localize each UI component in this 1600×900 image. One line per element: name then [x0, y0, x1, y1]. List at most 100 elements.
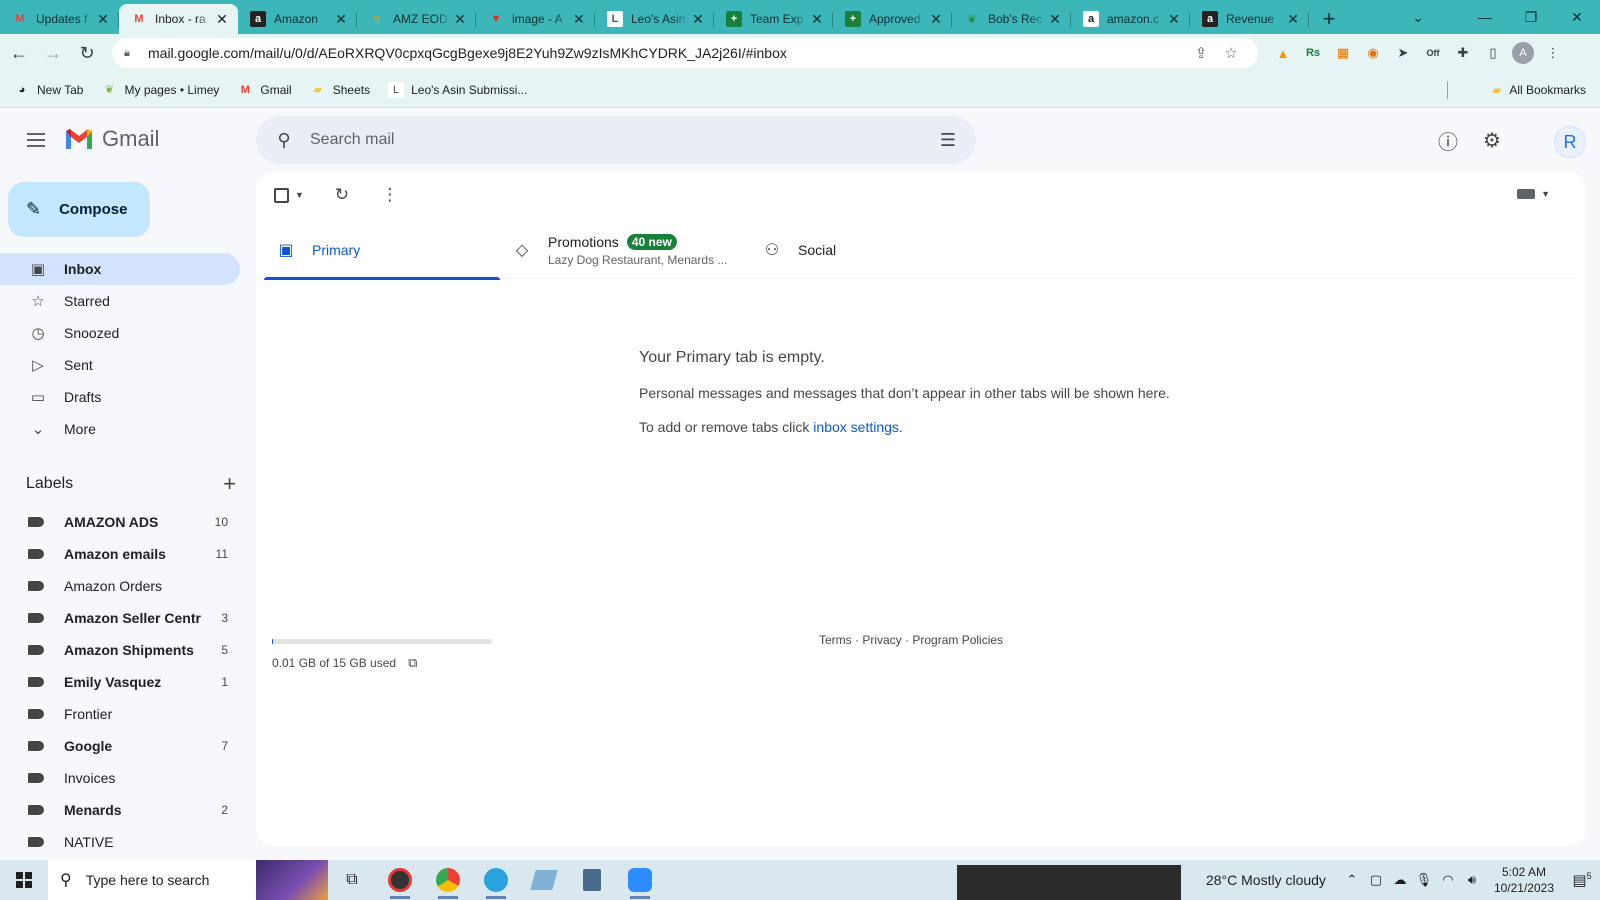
onedrive-icon[interactable]: ☁: [1388, 872, 1412, 888]
app-icon-notes[interactable]: [520, 860, 568, 900]
close-icon[interactable]: ✕: [690, 11, 706, 28]
input-tools-toggle[interactable]: ▼: [1517, 189, 1550, 199]
browser-tab[interactable]: a amazon.c ✕: [1071, 4, 1190, 34]
account-avatar[interactable]: R: [1554, 126, 1586, 158]
browser-tab[interactable]: a Revenue ✕: [1190, 4, 1309, 34]
close-icon[interactable]: ✕: [1166, 11, 1182, 28]
task-view-icon[interactable]: ⧉: [328, 860, 376, 900]
gmail-logo[interactable]: Gmail: [64, 126, 159, 152]
bookmark-star-icon[interactable]: ☆: [1216, 44, 1246, 62]
label-item[interactable]: Menards 2: [0, 794, 240, 826]
kebab-menu-icon[interactable]: ⋮: [1538, 38, 1568, 68]
browser-tab[interactable]: ❦ Bob's Rec ✕: [952, 4, 1071, 34]
close-icon[interactable]: ✕: [452, 11, 468, 28]
bookmark-leo-asin[interactable]: L Leo's Asin Submissi...: [388, 81, 527, 98]
extension-cursor-icon[interactable]: ➤: [1388, 38, 1418, 68]
browser-tab[interactable]: L Leo's Asin ✕: [595, 4, 714, 34]
microphone-icon[interactable]: 🎙︎: [1412, 872, 1436, 888]
bookmark-gmail[interactable]: M Gmail: [237, 82, 292, 98]
browser-tab[interactable]: M Updates f ✕: [0, 4, 119, 34]
settings-gear-icon[interactable]: ⚙: [1478, 126, 1506, 154]
close-icon[interactable]: ✕: [1047, 11, 1063, 28]
close-icon[interactable]: ✕: [928, 11, 944, 28]
external-link-icon[interactable]: ⧉: [408, 655, 417, 671]
notification-icon[interactable]: ▤5: [1564, 871, 1600, 889]
extension-off-icon[interactable]: Off: [1418, 38, 1448, 68]
speaker-icon[interactable]: 🔊︎: [1460, 872, 1484, 888]
profile-button[interactable]: A: [1508, 38, 1538, 68]
app-icon-telegram[interactable]: [472, 860, 520, 900]
close-window-icon[interactable]: ✕: [1554, 0, 1600, 34]
label-item[interactable]: Amazon Orders: [0, 570, 240, 602]
label-item[interactable]: Amazon Seller Centr 3: [0, 602, 240, 634]
new-tab-button[interactable]: +: [1309, 4, 1349, 34]
tab-primary[interactable]: ▣ Primary: [264, 221, 500, 280]
share-icon[interactable]: ⇪: [1186, 44, 1216, 62]
browser-tab[interactable]: + Team Exp ✕: [714, 4, 833, 34]
bookmark-my-pages[interactable]: ❦ My pages • Limey: [101, 82, 220, 98]
close-icon[interactable]: ✕: [333, 11, 349, 28]
compose-button[interactable]: ✎ Compose: [8, 182, 150, 237]
label-item[interactable]: Invoices: [0, 762, 240, 794]
back-arrow-icon[interactable]: ←: [4, 38, 34, 68]
close-icon[interactable]: ✕: [1285, 11, 1301, 28]
more-options-icon[interactable]: ⋮: [380, 185, 400, 205]
puzzle-icon[interactable]: ✚: [1448, 38, 1478, 68]
extension-grid-icon[interactable]: ▦: [1328, 38, 1358, 68]
close-icon[interactable]: ✕: [571, 11, 587, 28]
meet-icon[interactable]: ▢: [1364, 872, 1388, 888]
refresh-icon[interactable]: ↻: [332, 185, 352, 205]
nav-item-drafts[interactable]: ▭ Drafts: [0, 381, 240, 413]
bookmark-sheets[interactable]: ▰ Sheets: [310, 82, 371, 98]
taskbar-search[interactable]: ⚲ Type here to search: [48, 860, 328, 900]
taskbar-search-input[interactable]: Type here to search: [86, 872, 210, 888]
search-bar[interactable]: ⚲ Search mail ☰: [256, 116, 976, 164]
program-policies-link[interactable]: Program Policies: [912, 633, 1003, 647]
label-item[interactable]: NATIVE: [0, 826, 240, 858]
add-label-icon[interactable]: +: [223, 471, 236, 497]
nav-item-more[interactable]: ⌄ More: [0, 413, 240, 445]
label-item[interactable]: Amazon emails 11: [0, 538, 240, 570]
inbox-settings-link[interactable]: inbox settings: [813, 419, 899, 435]
browser-tab[interactable]: a Amazon ✕: [238, 4, 357, 34]
bookmark-new-tab[interactable]: ◕ New Tab: [14, 82, 84, 98]
app-icon-chrome[interactable]: [424, 860, 472, 900]
label-item[interactable]: Emily Vasquez 1: [0, 666, 240, 698]
app-icon-zoom[interactable]: [616, 860, 664, 900]
search-icon[interactable]: ⚲: [272, 128, 296, 152]
label-item[interactable]: Amazon Shipments 5: [0, 634, 240, 666]
app-icon-record[interactable]: [376, 860, 424, 900]
browser-tab[interactable]: ✎ AMZ EOD ✕: [357, 4, 476, 34]
label-item[interactable]: AMAZON ADS 10: [0, 506, 240, 538]
nav-item-sent[interactable]: ▷ Sent: [0, 349, 240, 381]
close-icon[interactable]: ✕: [95, 11, 111, 28]
terms-link[interactable]: Terms: [819, 633, 852, 647]
reload-icon[interactable]: ↻: [72, 38, 102, 68]
tab-promotions[interactable]: ◇ Promotions 40 new Lazy Dog Restaurant,…: [500, 221, 750, 279]
privacy-link[interactable]: Privacy: [862, 633, 901, 647]
nav-item-starred[interactable]: ☆ Starred: [0, 285, 240, 317]
label-item[interactable]: Frontier: [0, 698, 240, 730]
url-text[interactable]: mail.google.com/mail/u/0/d/AEoRXRQV0cpxq…: [148, 45, 1186, 61]
tab-search-icon[interactable]: ⌄: [1406, 4, 1430, 30]
search-options-icon[interactable]: ☰: [936, 130, 960, 151]
main-menu-icon[interactable]: [20, 124, 52, 156]
restore-icon[interactable]: ❐: [1508, 0, 1554, 34]
wifi-icon[interactable]: ◠: [1436, 872, 1460, 888]
minimize-icon[interactable]: —: [1462, 0, 1508, 34]
label-item[interactable]: Google 7: [0, 730, 240, 762]
app-icon-calculator[interactable]: [568, 860, 616, 900]
start-button[interactable]: [0, 860, 48, 900]
side-panel-icon[interactable]: ▯: [1478, 38, 1508, 68]
browser-tab-active[interactable]: M Inbox - ra ✕: [119, 4, 238, 34]
help-icon[interactable]: ⓘ: [1434, 126, 1462, 154]
browser-tab[interactable]: ▼ image - A ✕: [476, 4, 595, 34]
all-bookmarks[interactable]: ▰ All Bookmarks: [1492, 72, 1586, 108]
extension-chart-icon[interactable]: ▲: [1268, 38, 1298, 68]
close-icon[interactable]: ✕: [809, 11, 825, 28]
clock[interactable]: 5:02 AM 10/21/2023: [1494, 864, 1554, 896]
nav-item-inbox[interactable]: ▣ Inbox: [0, 253, 240, 285]
lock-icon[interactable]: 🔒︎: [124, 47, 138, 60]
close-icon[interactable]: ✕: [214, 11, 230, 28]
weather-text[interactable]: 28°C Mostly cloudy: [1206, 872, 1326, 888]
